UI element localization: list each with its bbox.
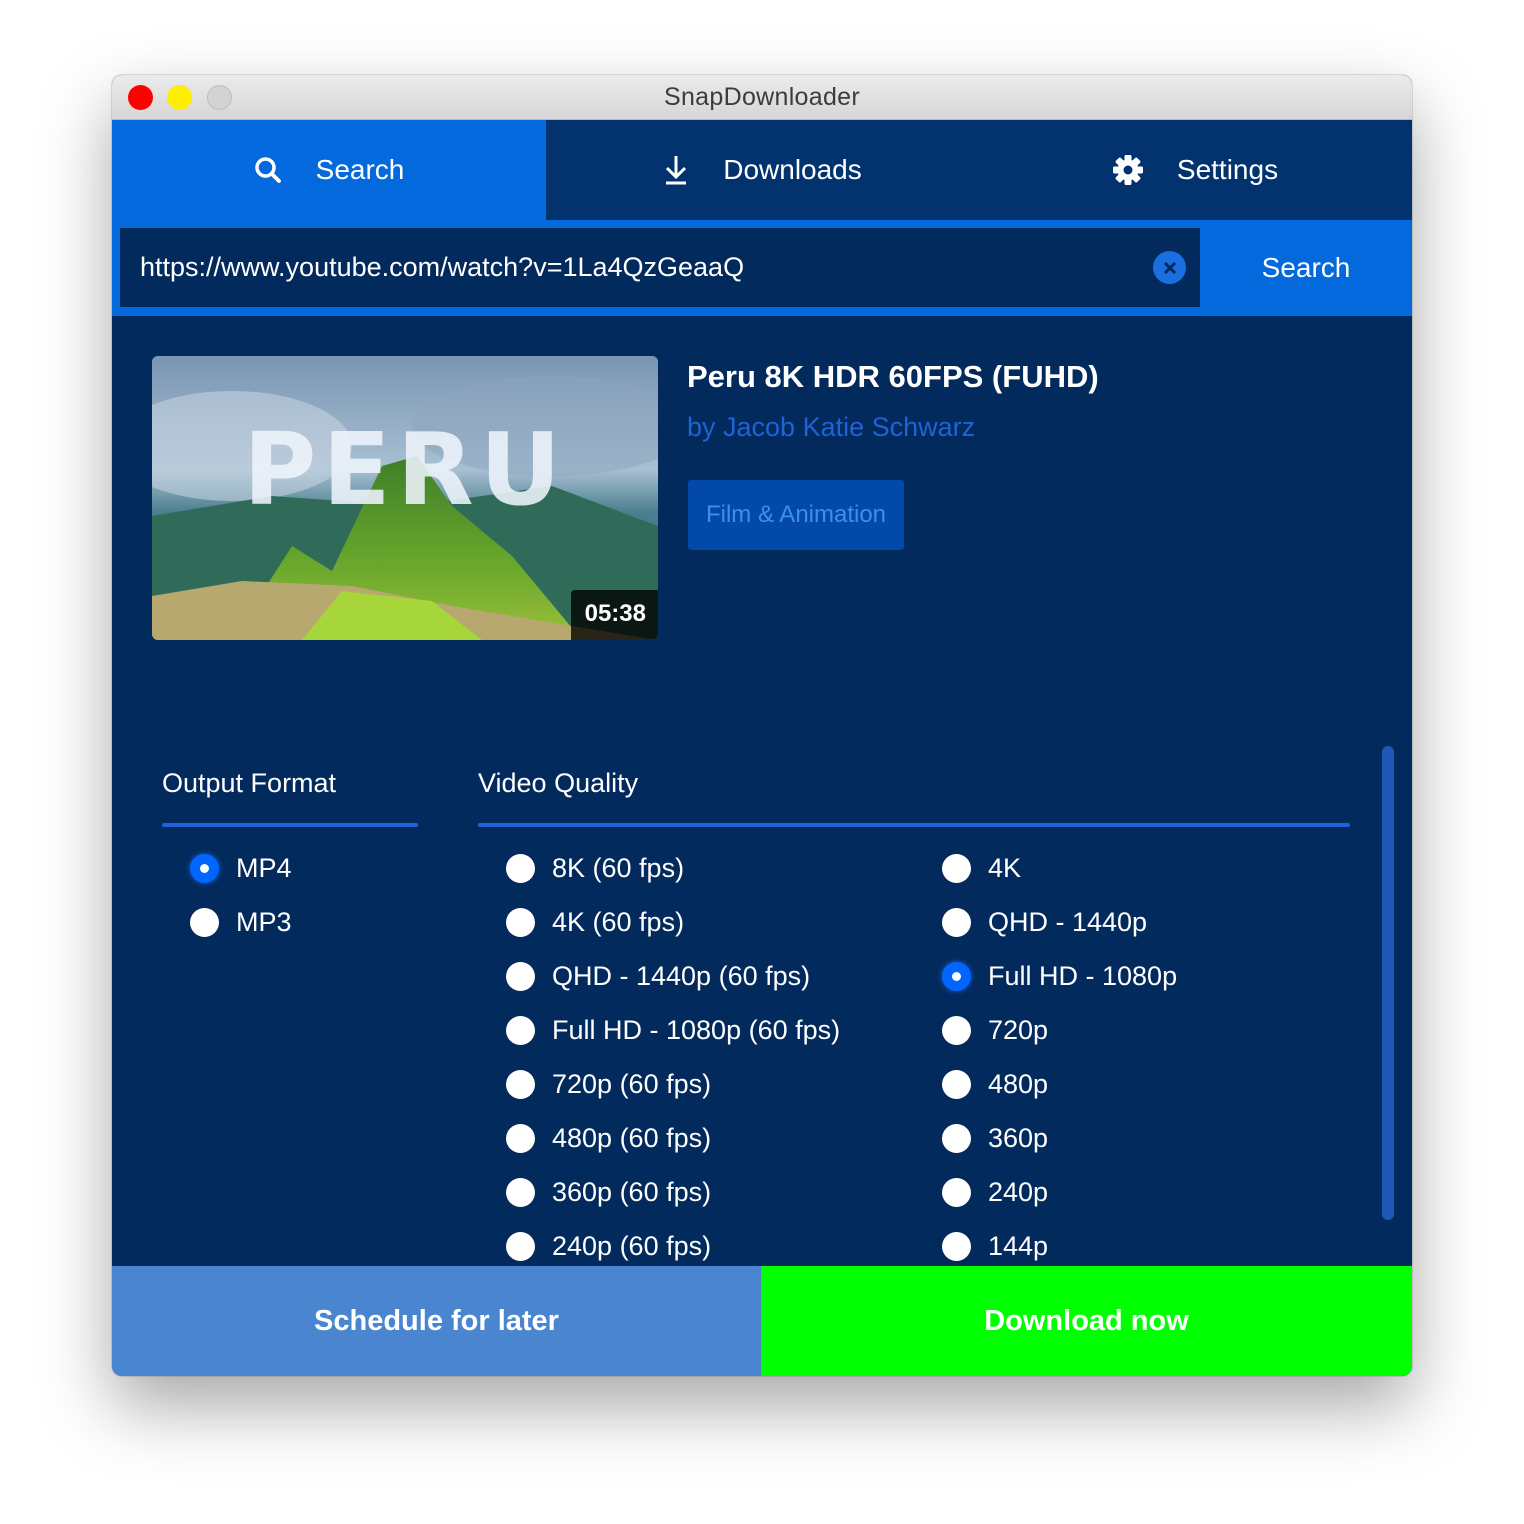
radio-unselected[interactable] xyxy=(506,907,535,937)
radio-unselected[interactable] xyxy=(190,907,219,937)
url-field xyxy=(120,228,1200,307)
video-quality-option-label: QHD - 1440p (60 fps) xyxy=(552,960,811,991)
video-quality-option[interactable]: QHD - 1440p xyxy=(942,902,1147,942)
tab-settings-label: Settings xyxy=(1176,154,1279,185)
output-format-option[interactable]: MP3 xyxy=(190,902,292,942)
category-badge: Film & Animation xyxy=(688,480,904,550)
schedule-for-later-button[interactable]: Schedule for later xyxy=(112,1266,761,1376)
output-format-divider xyxy=(162,823,418,827)
app-window: SnapDownloader Search Downloads Settings… xyxy=(112,75,1412,1376)
scrollbar-thumb[interactable] xyxy=(1382,746,1394,1220)
radio-unselected[interactable] xyxy=(506,1015,535,1045)
action-bar: Schedule for later Download now xyxy=(112,1266,1412,1376)
video-quality-option-label: 360p xyxy=(988,1122,1049,1153)
video-quality-option[interactable]: 240p (60 fps) xyxy=(506,1226,711,1266)
tab-downloads-label: Downloads xyxy=(723,154,862,185)
video-quality-option-label: 480p (60 fps) xyxy=(552,1122,712,1153)
tab-search-label: Search xyxy=(315,154,405,185)
video-thumbnail[interactable]: PERU 05:38 xyxy=(152,356,658,640)
radio-unselected[interactable] xyxy=(942,1177,971,1207)
video-quality-option[interactable]: 480p (60 fps) xyxy=(506,1118,711,1158)
radio-selected[interactable] xyxy=(942,961,971,991)
window-title: SnapDownloader xyxy=(664,83,860,111)
output-format-option-label: MP4 xyxy=(236,852,292,883)
radio-unselected[interactable] xyxy=(506,853,535,883)
radio-unselected[interactable] xyxy=(942,1231,971,1261)
video-quality-option[interactable]: 360p xyxy=(942,1118,1048,1158)
video-quality-option-label: 720p (60 fps) xyxy=(552,1068,712,1099)
video-title: Peru 8K HDR 60FPS (FUHD) xyxy=(687,359,1099,394)
tab-search[interactable]: Search xyxy=(112,120,546,220)
radio-unselected[interactable] xyxy=(506,961,535,991)
duration-badge: 05:38 xyxy=(570,590,658,640)
title-bar: SnapDownloader xyxy=(112,75,1412,120)
video-quality-option-label: 360p (60 fps) xyxy=(552,1176,712,1207)
download-icon xyxy=(663,154,689,186)
video-quality-option[interactable]: 720p xyxy=(942,1010,1048,1050)
radio-unselected[interactable] xyxy=(506,1177,535,1207)
video-quality-option[interactable]: QHD - 1440p (60 fps) xyxy=(506,956,810,996)
content-area: PERU 05:38 Peru 8K HDR 60FPS (FUHD) by J… xyxy=(112,316,1412,1266)
radio-selected[interactable] xyxy=(190,853,219,883)
video-quality-option-label: 8K (60 fps) xyxy=(552,852,685,883)
clear-url-button[interactable] xyxy=(1153,251,1186,284)
video-quality-option[interactable]: 8K (60 fps) xyxy=(506,848,684,888)
video-quality-option[interactable]: Full HD - 1080p (60 fps) xyxy=(506,1010,840,1050)
video-quality-option[interactable]: 240p xyxy=(942,1172,1048,1212)
video-quality-option-label: QHD - 1440p xyxy=(988,906,1148,937)
tab-downloads[interactable]: Downloads xyxy=(546,120,979,220)
video-quality-option[interactable]: 360p (60 fps) xyxy=(506,1172,711,1212)
output-format-option-label: MP3 xyxy=(236,906,292,937)
radio-unselected[interactable] xyxy=(942,1015,971,1045)
video-quality-option-label: 4K xyxy=(988,852,1022,883)
close-icon xyxy=(1163,261,1176,274)
video-quality-option-label: 240p (60 fps) xyxy=(552,1230,712,1261)
radio-unselected[interactable] xyxy=(942,1123,971,1153)
radio-unselected[interactable] xyxy=(942,853,971,883)
main-tabs: Search Downloads Settings xyxy=(112,120,1412,220)
radio-unselected[interactable] xyxy=(942,1069,971,1099)
radio-unselected[interactable] xyxy=(506,1123,535,1153)
download-now-button[interactable]: Download now xyxy=(761,1266,1412,1376)
video-quality-option[interactable]: 480p xyxy=(942,1064,1048,1104)
video-quality-option[interactable]: 720p (60 fps) xyxy=(506,1064,711,1104)
radio-unselected[interactable] xyxy=(506,1069,535,1099)
video-quality-option-label: Full HD - 1080p xyxy=(988,960,1178,991)
radio-unselected[interactable] xyxy=(942,907,971,937)
video-quality-option[interactable]: Full HD - 1080p xyxy=(942,956,1177,996)
video-quality-option-label: Full HD - 1080p (60 fps) xyxy=(552,1014,841,1045)
video-quality-option-label: 720p xyxy=(988,1014,1049,1045)
output-format-heading: Output Format xyxy=(162,768,337,798)
video-quality-option-label: 240p xyxy=(988,1176,1049,1207)
video-quality-option[interactable]: 144p xyxy=(942,1226,1048,1266)
output-format-option[interactable]: MP4 xyxy=(190,848,292,888)
video-quality-option[interactable]: 4K (60 fps) xyxy=(506,902,684,942)
video-quality-divider xyxy=(478,823,1350,827)
radio-unselected[interactable] xyxy=(506,1231,535,1261)
video-quality-option[interactable]: 4K xyxy=(942,848,1021,888)
url-input[interactable] xyxy=(140,228,1130,307)
gear-icon xyxy=(1112,155,1143,185)
video-quality-option-label: 4K (60 fps) xyxy=(552,906,685,937)
tab-settings[interactable]: Settings xyxy=(979,120,1412,220)
video-quality-option-label: 480p xyxy=(988,1068,1049,1099)
video-quality-option-label: 144p xyxy=(988,1230,1049,1261)
search-bar: Search xyxy=(112,220,1412,316)
search-icon xyxy=(254,156,282,184)
video-quality-heading: Video Quality xyxy=(478,768,639,798)
thumbnail-title-text: PERU xyxy=(243,411,567,528)
search-button[interactable]: Search xyxy=(1200,220,1412,316)
channel-name[interactable]: by Jacob Katie Schwarz xyxy=(687,412,975,443)
